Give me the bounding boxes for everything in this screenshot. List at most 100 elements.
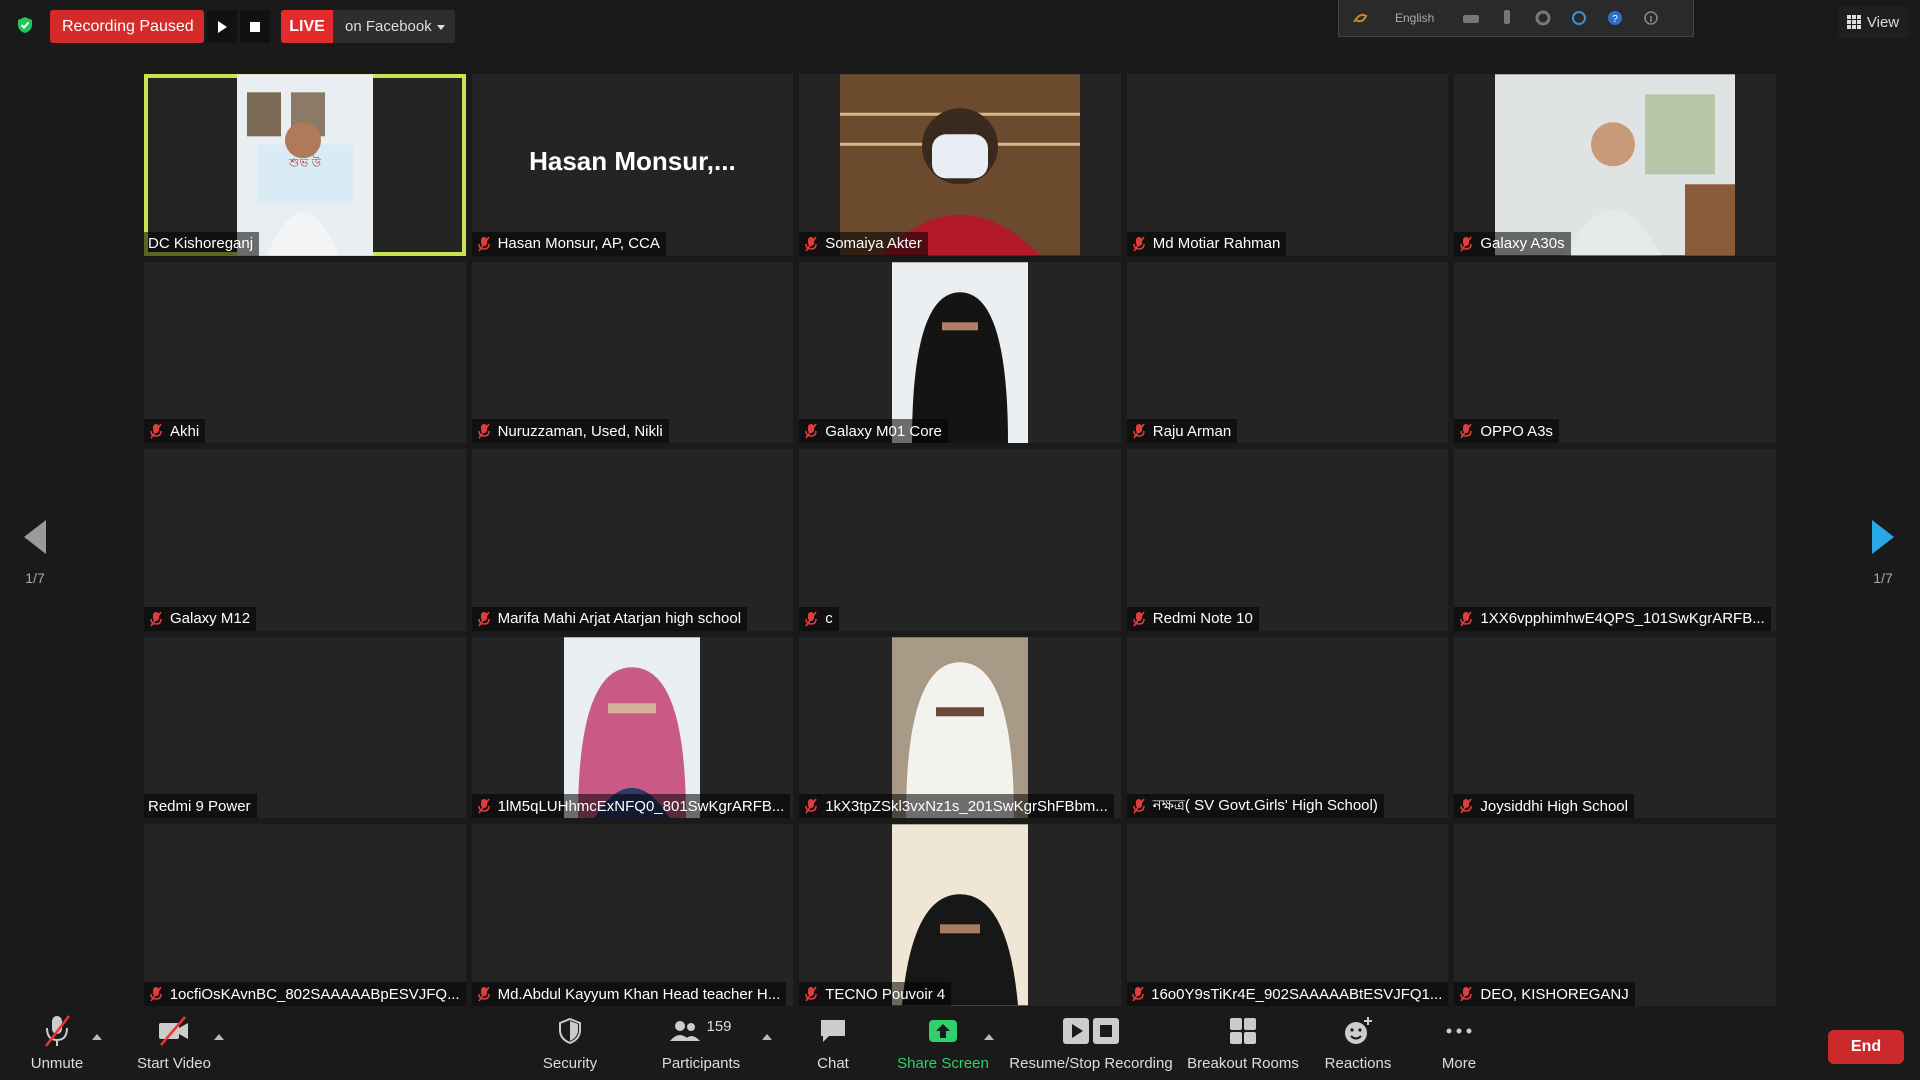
shield-icon (558, 1013, 582, 1049)
participant-tile[interactable]: 1ocfiOsKAvnBC_802SAAAAABpESVJFQ... (144, 824, 466, 1006)
page-indicator-left: 1/7 (25, 570, 45, 586)
participant-name: Hasan Monsur, AP, CCA (497, 235, 660, 253)
participant-tile[interactable]: Joysiddhi High School (1454, 636, 1776, 819)
share-screen-icon (928, 1013, 958, 1049)
muted-microphone-icon (42, 1013, 72, 1049)
participant-tile[interactable]: Md Motiar Rahman (1126, 74, 1449, 256)
participant-tile[interactable]: Marifa Mahi Arjat Atarjan high school (471, 449, 794, 631)
participant-tile[interactable]: 1XX6vpphimhwE4QPS_101SwKgrARFB... (1454, 449, 1776, 631)
svg-text:?: ? (1613, 14, 1619, 25)
participant-tile[interactable]: DEO, KISHOREGANJ (1454, 824, 1776, 1006)
ime-logo-icon[interactable] (1351, 9, 1369, 27)
encryption-shield-icon[interactable] (14, 14, 36, 36)
share-options-caret-icon[interactable] (984, 1034, 994, 1040)
participant-tile[interactable]: 1lM5qLUHhmcExNFQ0_801SwKgrARFB... (471, 636, 794, 819)
participant-name-bar: 1XX6vpphimhwE4QPS_101SwKgrARFB... (1454, 606, 1771, 631)
page-indicator-right: 1/7 (1873, 570, 1893, 586)
muted-mic-icon (803, 610, 819, 628)
participant-name-bar: Akhi (144, 419, 206, 444)
muted-mic-icon (1458, 610, 1474, 628)
participant-video (891, 261, 1028, 443)
participant-name-bar: DC Kishoreganj (144, 231, 260, 256)
participants-button[interactable]: 159 Participants (658, 1012, 744, 1076)
participant-name: 1XX6vpphimhwE4QPS_101SwKgrARFB... (1480, 610, 1765, 628)
participant-tile[interactable]: Redmi 9 Power (144, 636, 466, 819)
next-page-control[interactable]: 1/7 (1858, 520, 1908, 586)
participant-tile[interactable]: 16o0Y9sTiKr4E_902SAAAAABtESVJFQ1... (1126, 824, 1449, 1006)
muted-mic-icon (1458, 235, 1474, 253)
refresh-icon[interactable] (1570, 9, 1588, 27)
participant-name: Galaxy A30s (1480, 235, 1565, 253)
help-icon[interactable]: ? (1606, 9, 1624, 27)
start-video-button[interactable]: Start Video (134, 1012, 214, 1076)
video-options-caret-icon[interactable] (214, 1034, 224, 1040)
chat-label: Chat (817, 1055, 849, 1072)
chevron-down-icon (437, 25, 445, 30)
participant-tile[interactable]: Galaxy M01 Core (799, 261, 1121, 444)
live-destination-dropdown[interactable]: on Facebook (333, 10, 455, 43)
ime-toolbar: English ? (1338, 0, 1694, 37)
share-screen-label: Share Screen (897, 1055, 989, 1072)
participant-name-bar: Marifa Mahi Arjat Atarjan high school (471, 606, 748, 631)
breakout-rooms-button[interactable]: Breakout Rooms (1184, 1012, 1302, 1076)
participant-tile[interactable]: 1kX3tpZSkl3vxNz1s_201SwKgrShFBbm... (799, 636, 1121, 819)
ime-language-label[interactable]: English (1395, 11, 1434, 25)
participant-tile[interactable]: নক্ষত্র( SV Govt.Girls' High School) (1126, 636, 1449, 819)
chat-button[interactable]: Chat (806, 1012, 860, 1076)
participants-label: Participants (661, 1055, 741, 1072)
resume-stop-recording-button[interactable]: Resume/Stop Recording (1006, 1012, 1176, 1076)
participant-name-bar: TECNO Pouvoir 4 (799, 982, 952, 1006)
participant-tile[interactable]: Galaxy A30s (1454, 74, 1776, 256)
muted-mic-icon (1131, 797, 1147, 815)
info-icon[interactable] (1642, 9, 1660, 27)
keyboard-icon[interactable] (1462, 9, 1480, 27)
participant-tile[interactable]: c (799, 449, 1121, 631)
participant-name-bar: Hasan Monsur, AP, CCA (471, 231, 666, 256)
participant-tile[interactable]: TECNO Pouvoir 4 (799, 824, 1121, 1006)
participants-options-caret-icon[interactable] (762, 1034, 772, 1040)
participant-tile[interactable]: Hasan Monsur,... Hasan Monsur, AP, CCA (471, 74, 794, 256)
stop-recording-button[interactable] (240, 10, 270, 43)
participant-name: নক্ষত্র( SV Govt.Girls' High School) (1152, 796, 1378, 814)
participant-name: Nuruzzaman, Used, Nikli (497, 422, 663, 440)
resume-recording-button[interactable] (207, 10, 237, 43)
participant-tile[interactable]: Nuruzzaman, Used, Nikli (471, 261, 794, 444)
participant-name: Redmi 9 Power (148, 797, 251, 815)
participant-tile[interactable]: OPPO A3s (1454, 261, 1776, 444)
muted-mic-icon (476, 422, 492, 440)
meeting-toolbar: Unmute Start Video Security 159 Particip… (0, 1008, 1920, 1080)
participant-tile[interactable]: Raju Arman (1126, 261, 1449, 444)
reactions-button[interactable]: Reactions (1322, 1012, 1394, 1076)
participant-tile[interactable]: শুভ উ DC Kishoreganj (144, 74, 466, 256)
previous-page-control[interactable]: 1/7 (10, 520, 60, 586)
smiley-icon (1343, 1013, 1373, 1049)
pen-icon[interactable] (1498, 9, 1516, 27)
participant-tile[interactable]: Redmi Note 10 (1126, 449, 1449, 631)
unmute-label: Unmute (30, 1055, 84, 1072)
gear-icon[interactable] (1534, 9, 1552, 27)
participant-tile[interactable]: Akhi (144, 261, 466, 444)
end-meeting-button[interactable]: End (1828, 1030, 1904, 1064)
share-screen-button[interactable]: Share Screen (896, 1012, 990, 1076)
view-button[interactable]: View (1838, 6, 1908, 38)
participant-name-bar: DEO, KISHOREGANJ (1454, 982, 1635, 1006)
video-off-icon (157, 1013, 191, 1049)
participant-name-bar: নক্ষত্র( SV Govt.Girls' High School) (1126, 794, 1384, 819)
participant-name: Md.Abdul Kayyum Khan Head teacher H... (497, 985, 781, 1003)
chat-bubble-icon (819, 1013, 847, 1049)
security-button[interactable]: Security (536, 1012, 604, 1076)
muted-mic-icon (803, 235, 819, 253)
participant-tile[interactable]: Galaxy M12 (144, 449, 466, 631)
participant-tile[interactable]: Md.Abdul Kayyum Khan Head teacher H... (471, 824, 794, 1006)
participant-name: 16o0Y9sTiKr4E_902SAAAAABtESVJFQ1... (1151, 985, 1443, 1003)
unmute-button[interactable]: Unmute (26, 1012, 88, 1076)
live-badge[interactable]: LIVE (281, 10, 333, 43)
participant-name-bar: Galaxy M01 Core (799, 419, 948, 444)
arrow-right-icon[interactable] (1872, 520, 1894, 554)
participant-name: TECNO Pouvoir 4 (825, 985, 946, 1003)
audio-options-caret-icon[interactable] (92, 1034, 102, 1040)
view-label: View (1866, 13, 1900, 31)
more-button[interactable]: More (1432, 1012, 1486, 1076)
arrow-left-icon[interactable] (24, 520, 46, 554)
participant-tile[interactable]: Somaiya Akter (799, 74, 1121, 256)
